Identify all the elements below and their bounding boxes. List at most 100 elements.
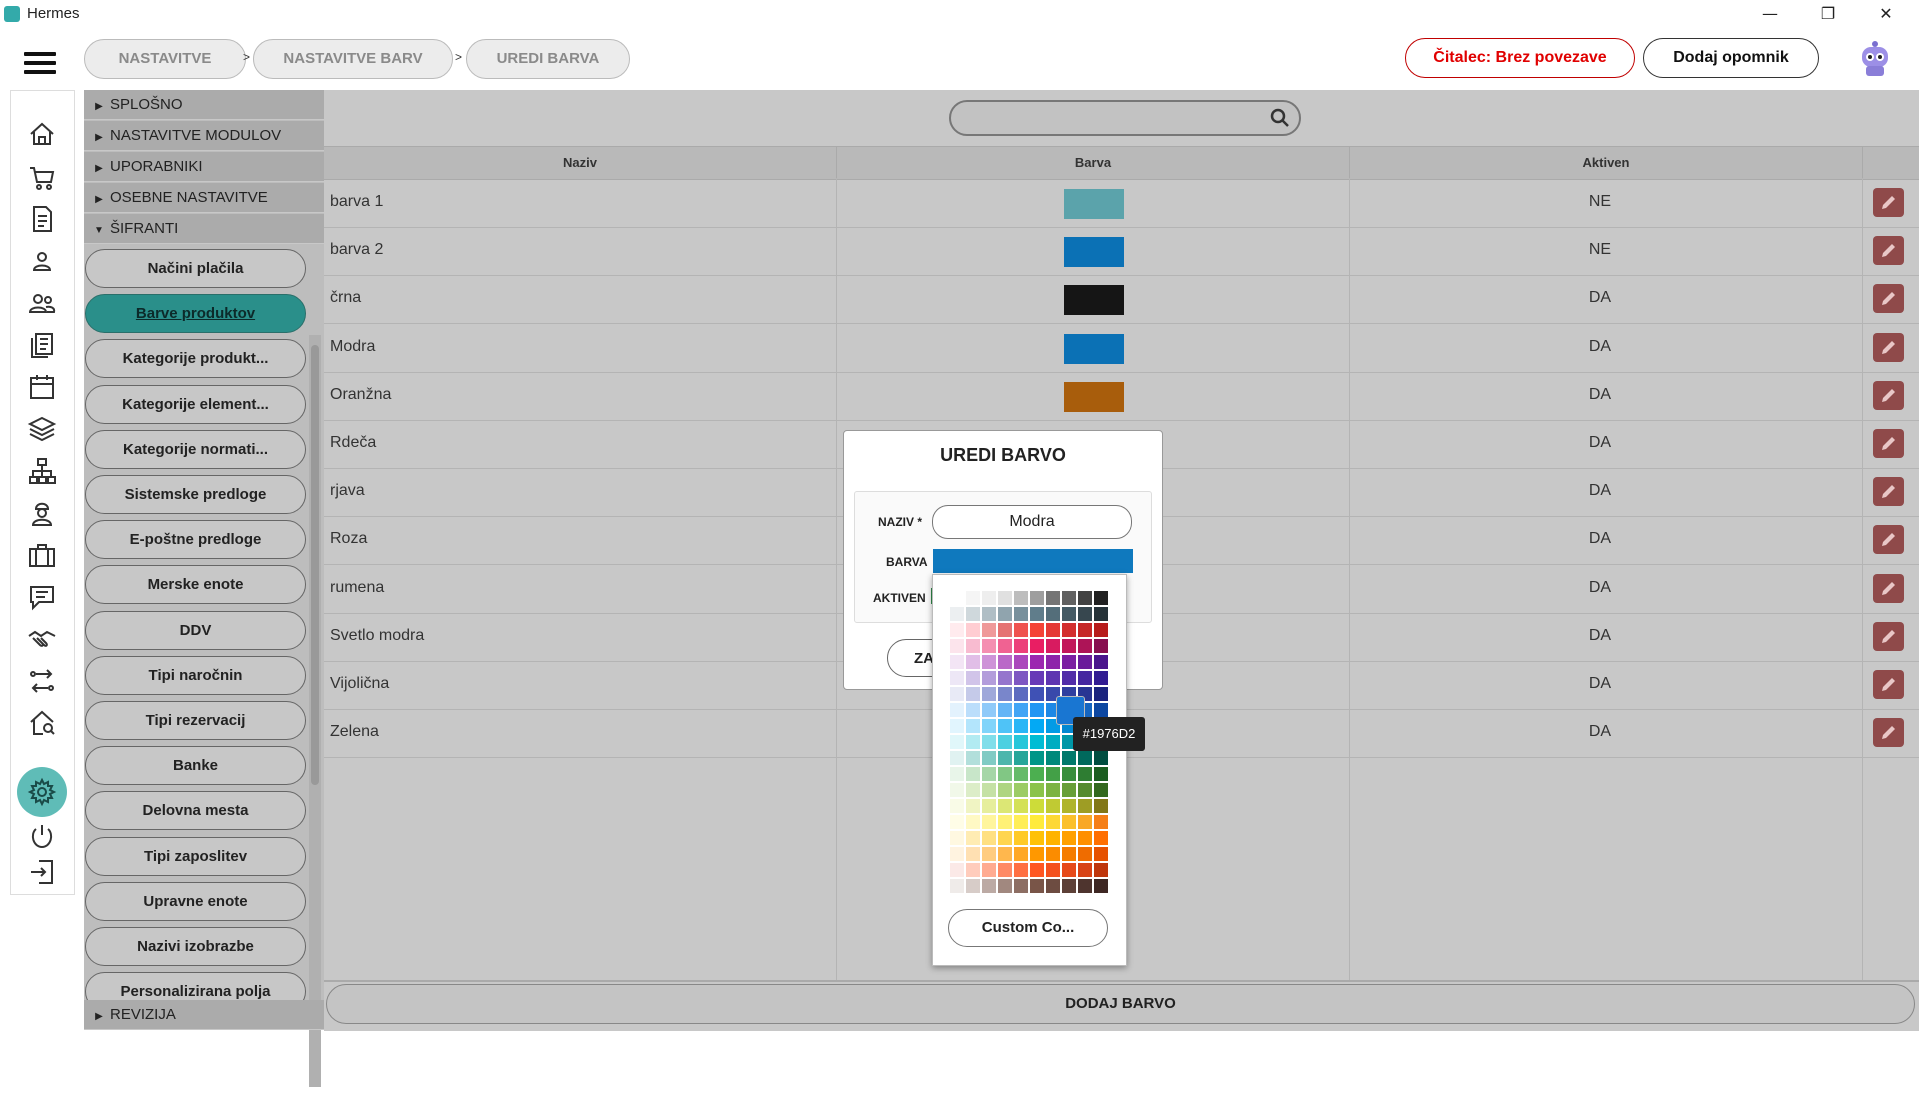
- palette-color-cell[interactable]: [1014, 815, 1028, 829]
- palette-color-cell[interactable]: [1078, 863, 1092, 877]
- table-row[interactable]: barva 2 NE: [324, 227, 1919, 277]
- palette-color-cell[interactable]: [1062, 815, 1076, 829]
- table-row[interactable]: črna DA: [324, 275, 1919, 325]
- sifranti-item[interactable]: Upravne enote: [85, 881, 306, 921]
- palette-color-cell[interactable]: [982, 671, 996, 685]
- palette-color-cell[interactable]: [950, 703, 964, 717]
- palette-color-cell[interactable]: [998, 703, 1012, 717]
- palette-color-cell[interactable]: [966, 639, 980, 653]
- palette-color-cell[interactable]: [1078, 879, 1092, 893]
- palette-color-cell[interactable]: [1078, 623, 1092, 637]
- palette-color-cell[interactable]: [1094, 671, 1108, 685]
- palette-color-cell[interactable]: [966, 863, 980, 877]
- palette-color-cell[interactable]: [982, 751, 996, 765]
- add-color-button[interactable]: DODAJ BARVO: [326, 984, 1915, 1024]
- palette-color-cell[interactable]: [982, 735, 996, 749]
- palette-color-cell[interactable]: [1014, 751, 1028, 765]
- palette-color-cell[interactable]: [1062, 831, 1076, 845]
- palette-color-cell[interactable]: [982, 719, 996, 733]
- palette-color-cell[interactable]: [966, 671, 980, 685]
- palette-color-cell[interactable]: [1014, 591, 1028, 605]
- edit-button[interactable]: [1873, 429, 1904, 458]
- settings-icon[interactable]: [27, 777, 57, 807]
- palette-color-cell[interactable]: [998, 623, 1012, 637]
- palette-color-cell[interactable]: [1094, 639, 1108, 653]
- briefcase-icon[interactable]: [27, 540, 57, 570]
- palette-color-cell[interactable]: [1062, 751, 1076, 765]
- palette-color-cell[interactable]: [982, 847, 996, 861]
- palette-color-cell[interactable]: [1030, 655, 1044, 669]
- palette-color-cell[interactable]: [982, 623, 996, 637]
- edit-button[interactable]: [1873, 718, 1904, 748]
- palette-color-cell[interactable]: [1094, 687, 1108, 701]
- palette-color-cell[interactable]: [1030, 799, 1044, 813]
- palette-color-cell[interactable]: [950, 719, 964, 733]
- palette-color-cell[interactable]: [998, 831, 1012, 845]
- palette-color-cell[interactable]: [950, 607, 964, 621]
- palette-color-cell[interactable]: [1078, 607, 1092, 621]
- palette-color-cell[interactable]: [966, 687, 980, 701]
- palette-color-cell[interactable]: [998, 783, 1012, 797]
- naziv-field[interactable]: Modra: [932, 505, 1132, 539]
- table-row[interactable]: barva 1 NE: [324, 179, 1919, 228]
- palette-color-cell[interactable]: [966, 879, 980, 893]
- edit-button[interactable]: [1873, 525, 1904, 555]
- table-row[interactable]: Oranžna DA: [324, 372, 1919, 421]
- edit-button[interactable]: [1873, 621, 1904, 651]
- section-osebne[interactable]: ▶ OSEBNE NASTAVITVE: [84, 183, 324, 213]
- edit-button[interactable]: [1873, 477, 1904, 507]
- avatar[interactable]: [1856, 38, 1894, 78]
- palette-color-cell[interactable]: [982, 783, 996, 797]
- palette-color-cell[interactable]: [998, 655, 1012, 669]
- palette-color-cell[interactable]: [1046, 607, 1060, 621]
- palette-color-cell[interactable]: [998, 847, 1012, 861]
- palette-color-cell[interactable]: [1030, 847, 1044, 861]
- palette-color-cell[interactable]: [1094, 767, 1108, 781]
- palette-color-cell[interactable]: [1078, 847, 1092, 861]
- palette-color-cell[interactable]: [1046, 591, 1060, 605]
- palette-color-cell[interactable]: [1094, 879, 1108, 893]
- palette-color-cell[interactable]: [1046, 623, 1060, 637]
- palette-color-cell[interactable]: [1014, 655, 1028, 669]
- table-row[interactable]: Modra DA: [324, 324, 1919, 373]
- worker-icon[interactable]: [27, 498, 57, 528]
- panel-scrollbar[interactable]: [309, 335, 321, 1087]
- palette-color-cell[interactable]: [998, 751, 1012, 765]
- sifranti-item[interactable]: Tipi rezervacij: [85, 701, 306, 740]
- sifranti-item[interactable]: Nazivi izobrazbe: [85, 927, 306, 966]
- close-window-button[interactable]: ✕: [1863, 0, 1909, 28]
- palette-color-cell[interactable]: [1046, 815, 1060, 829]
- palette-color-cell[interactable]: [1030, 767, 1044, 781]
- palette-color-cell[interactable]: [966, 735, 980, 749]
- palette-color-cell[interactable]: [1078, 639, 1092, 653]
- calendar-icon[interactable]: [27, 372, 57, 402]
- cart-icon[interactable]: [27, 162, 57, 192]
- column-header-barva[interactable]: Barva: [837, 147, 1350, 179]
- transfer-icon[interactable]: [27, 666, 57, 696]
- palette-color-cell[interactable]: [982, 831, 996, 845]
- house-search-icon[interactable]: [27, 708, 57, 738]
- edit-button[interactable]: [1873, 284, 1904, 314]
- palette-color-cell[interactable]: [950, 831, 964, 845]
- menu-icon[interactable]: [24, 52, 56, 79]
- handshake-icon[interactable]: [27, 624, 57, 654]
- palette-color-cell[interactable]: [998, 687, 1012, 701]
- palette-color-cell[interactable]: [1046, 767, 1060, 781]
- sifranti-item[interactable]: Kategorije normati...: [85, 429, 306, 469]
- power-icon[interactable]: [27, 821, 57, 851]
- palette-color-cell[interactable]: [982, 639, 996, 653]
- palette-color-cell[interactable]: [1094, 847, 1108, 861]
- palette-color-cell[interactable]: [1094, 799, 1108, 813]
- palette-color-cell[interactable]: [982, 799, 996, 813]
- breadcrumb-settings[interactable]: NASTAVITVE: [84, 39, 246, 79]
- edit-button[interactable]: [1873, 380, 1904, 410]
- palette-color-cell[interactable]: [1062, 767, 1076, 781]
- palette-color-cell[interactable]: [1094, 783, 1108, 797]
- edit-button[interactable]: [1873, 670, 1904, 699]
- palette-color-cell[interactable]: [1046, 671, 1060, 685]
- restore-button[interactable]: ❐: [1805, 0, 1851, 28]
- palette-color-cell[interactable]: [1014, 623, 1028, 637]
- palette-color-cell[interactable]: [1030, 671, 1044, 685]
- palette-color-cell[interactable]: [1014, 879, 1028, 893]
- palette-color-cell[interactable]: [966, 847, 980, 861]
